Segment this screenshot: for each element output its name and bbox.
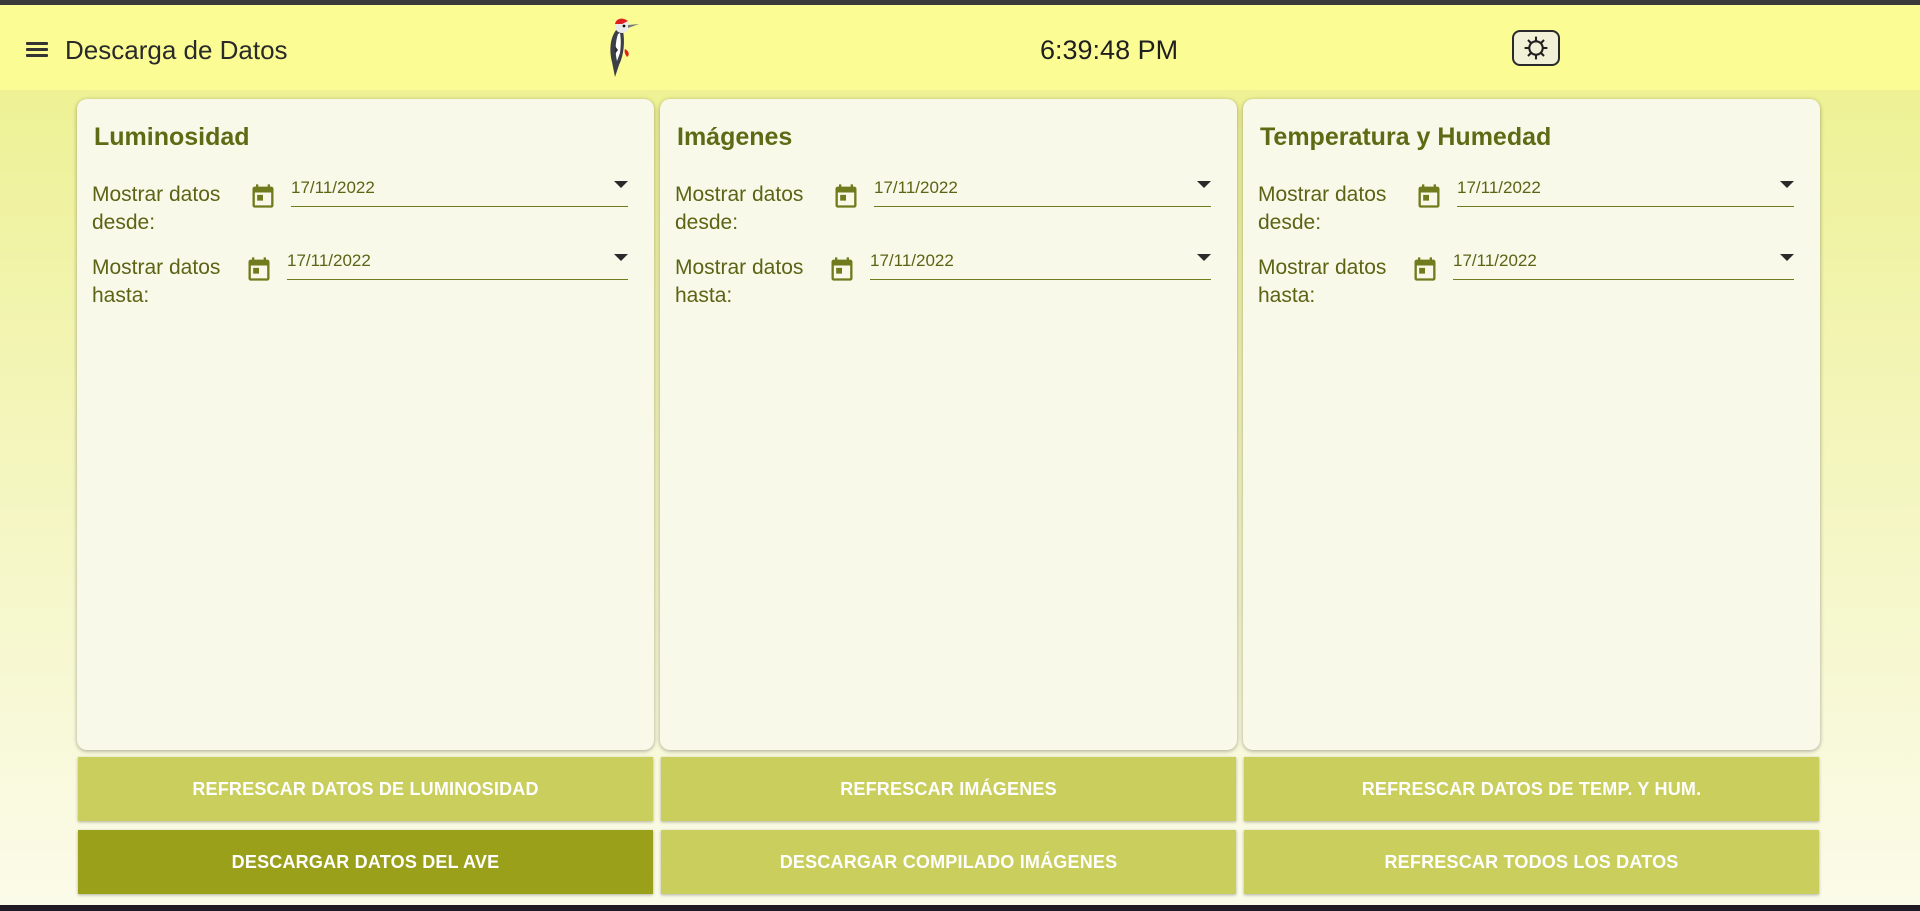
hamburger-menu-icon[interactable]: [22, 35, 54, 65]
refresh-images-button[interactable]: REFRESCAR IMÁGENES: [661, 757, 1236, 821]
to-date-label: Mostrar datos hasta:: [1258, 256, 1387, 307]
refresh-all-button[interactable]: REFRESCAR TODOS LOS DATOS: [1244, 830, 1819, 894]
refresh-temp-hum-button[interactable]: REFRESCAR DATOS DE TEMP. Y HUM.: [1244, 757, 1819, 821]
chevron-down-icon: [1197, 254, 1211, 261]
card-title: Luminosidad: [94, 123, 250, 151]
window-bottom-edge: [0, 905, 1920, 911]
to-date-select[interactable]: 17/11/2022: [870, 249, 1211, 280]
from-date-label: Mostrar datos desde:: [675, 183, 804, 234]
from-date-select[interactable]: 17/11/2022: [874, 176, 1211, 207]
to-date-label: Mostrar datos hasta:: [675, 256, 804, 307]
download-images-compilation-button[interactable]: DESCARGAR COMPILADO IMÁGENES: [661, 830, 1236, 894]
chevron-down-icon: [1780, 181, 1794, 188]
from-date-select[interactable]: 17/11/2022: [1457, 176, 1794, 207]
calendar-icon[interactable]: [832, 182, 860, 210]
calendar-icon[interactable]: [249, 182, 277, 210]
to-date-label: Mostrar datos hasta:: [92, 256, 221, 307]
card-title: Temperatura y Humedad: [1260, 123, 1552, 151]
from-date-value: 17/11/2022: [1457, 178, 1541, 197]
calendar-icon[interactable]: [828, 255, 856, 283]
card-temperatura-humedad: Temperatura y Humedad Mostrar datos desd…: [1243, 99, 1820, 750]
chevron-down-icon: [614, 254, 628, 261]
woodpecker-logo-icon: [610, 18, 639, 77]
to-date-value: 17/11/2022: [870, 251, 954, 270]
to-date-value: 17/11/2022: [287, 251, 371, 270]
app-header: Descarga de Datos 6:39:48 PM: [0, 5, 1920, 90]
from-date-label: Mostrar datos desde:: [92, 183, 221, 234]
chevron-down-icon: [1197, 181, 1211, 188]
download-bird-data-button[interactable]: DESCARGAR DATOS DEL AVE: [78, 830, 653, 894]
refresh-luminosity-button[interactable]: REFRESCAR DATOS DE LUMINOSIDAD: [78, 757, 653, 821]
card-title: Imágenes: [677, 123, 793, 151]
card-imagenes: Imágenes Mostrar datos desde: 17/11/2022…: [660, 99, 1237, 750]
settings-button[interactable]: [1512, 30, 1560, 66]
to-date-select[interactable]: 17/11/2022: [1453, 249, 1794, 280]
to-date-value: 17/11/2022: [1453, 251, 1537, 270]
from-date-label: Mostrar datos desde:: [1258, 183, 1387, 234]
from-date-value: 17/11/2022: [874, 178, 958, 197]
to-date-select[interactable]: 17/11/2022: [287, 249, 628, 280]
calendar-icon[interactable]: [1415, 182, 1443, 210]
clock-display: 6:39:48 PM: [1040, 35, 1179, 65]
chevron-down-icon: [1780, 254, 1794, 261]
card-luminosidad: Luminosidad Mostrar datos desde: 17/11/2…: [77, 99, 654, 750]
from-date-value: 17/11/2022: [291, 178, 375, 197]
chevron-down-icon: [614, 181, 628, 188]
from-date-select[interactable]: 17/11/2022: [291, 176, 628, 207]
calendar-icon[interactable]: [1411, 255, 1439, 283]
app-container: Descarga de Datos 6:39:48 PM Luminosidad…: [0, 5, 1920, 905]
page-title: Descarga de Datos: [65, 35, 288, 65]
gear-icon: [1524, 36, 1548, 60]
calendar-icon[interactable]: [245, 255, 273, 283]
